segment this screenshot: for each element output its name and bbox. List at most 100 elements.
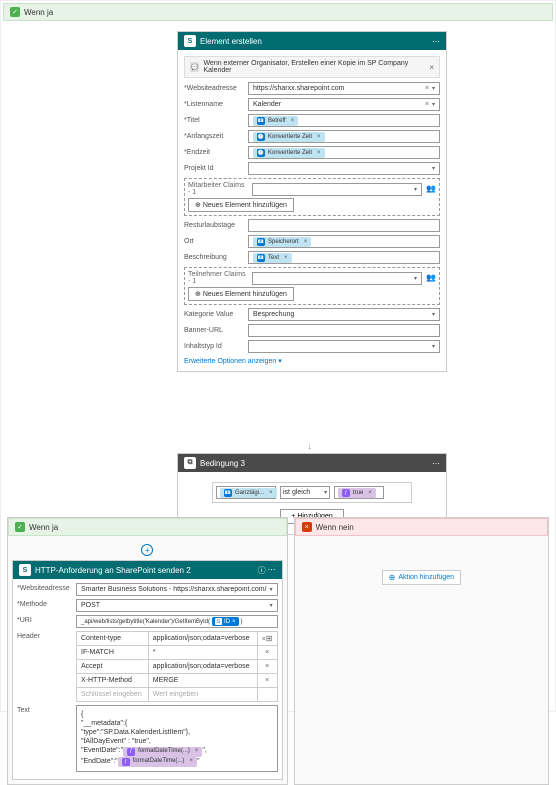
condition-icon: ⧉	[184, 457, 196, 469]
allday-token[interactable]: 📧Ganztägi...×	[220, 488, 277, 498]
add-step-button[interactable]: +	[141, 544, 153, 556]
start-label: *Anfangszeit	[184, 133, 244, 140]
formatdatetime-token[interactable]: ƒformatDateTime(...)×	[118, 757, 197, 767]
location-label: Ort	[184, 238, 244, 245]
add-action-button[interactable]: ⊕ Aktion hinzufügen	[382, 570, 461, 585]
participant-claims-section: Teilnehmer Claims - 1 ▾ 👥 ⊕ Neues Elemen…	[184, 267, 440, 305]
chevron-down-icon[interactable]: ▾	[414, 186, 417, 193]
check-icon: ✓	[10, 7, 20, 17]
list-input[interactable]: Kalender×▾	[248, 98, 440, 111]
yes-branch-bar[interactable]: ✓ Wenn ja	[8, 518, 287, 536]
chevron-down-icon[interactable]: ▾	[414, 275, 417, 282]
desc-input[interactable]: 📧Text×	[248, 251, 440, 264]
add-participant-button[interactable]: ⊕ Neues Element hinzufügen	[188, 287, 294, 301]
condition-row: 📧Ganztägi...× ist gleich▾ ƒtrue×	[212, 482, 412, 503]
condition-header[interactable]: ⧉ Bedingung 3 ⋯	[178, 454, 446, 472]
clear-icon[interactable]: ×	[425, 85, 429, 92]
header-row[interactable]: Content-typeapplication/json;odata=verbo…	[77, 632, 278, 646]
header-row[interactable]: Schlüssel eingebenWert eingeben	[77, 688, 278, 702]
more-icon[interactable]: ⋯	[432, 37, 440, 46]
header-row[interactable]: X-HTTP-MethodMERGE×	[77, 674, 278, 688]
add-action-icon: ⊕	[389, 573, 396, 582]
project-label: Projekt Id	[184, 165, 244, 172]
comment-close-icon[interactable]: ×	[429, 63, 434, 72]
condition-operator-select[interactable]: ist gleich▾	[280, 486, 330, 499]
people-picker-icon[interactable]: 👥	[426, 184, 436, 194]
site-input[interactable]: https://sharxx.sharepoint.com×▾	[248, 82, 440, 95]
condition-left-field[interactable]: 📧Ganztägi...×	[216, 486, 276, 499]
create-item-card: S Element erstellen ⋯ 💬 Wenn externer Or…	[177, 31, 447, 372]
advanced-options-link[interactable]: Erweiterte Optionen anzeigen ▾	[184, 357, 440, 365]
http-card: S HTTP-Anforderung an SharePoint senden …	[12, 560, 283, 780]
condition-right-field[interactable]: ƒtrue×	[334, 486, 384, 499]
banner-input[interactable]	[248, 324, 440, 337]
location-input[interactable]: 📧Speicherort×	[248, 235, 440, 248]
http-site-select[interactable]: Smarter Business Solutions - https://sha…	[76, 583, 278, 596]
subject-token[interactable]: 📧Betreff×	[253, 116, 298, 126]
site-label: *Websiteadresse	[184, 85, 244, 92]
yes-branch-label: Wenn ja	[29, 523, 58, 532]
http-method-select[interactable]: POST▾	[76, 599, 278, 612]
condition-title: Bedingung 3	[200, 459, 245, 468]
outer-wenn-ja-label: Wenn ja	[24, 8, 53, 17]
toggle-icon[interactable]: ⊞	[266, 634, 273, 643]
branches-container: ✓ Wenn ja + S HTTP-Anforderung an ShareP…	[1, 517, 555, 785]
id-token[interactable]: SID ×	[212, 617, 239, 626]
no-branch-bar[interactable]: × Wenn nein	[295, 518, 548, 536]
emp-claims-label: Mitarbeiter Claims - 1	[188, 182, 248, 196]
http-uri-input[interactable]: _api/web/lists/getbytitle('Kalender')/Ge…	[76, 615, 278, 628]
title-input[interactable]: 📧Betreff×	[248, 114, 440, 127]
header-row[interactable]: Acceptapplication/json;odata=verbose×	[77, 660, 278, 674]
add-employee-button[interactable]: ⊕ Neues Element hinzufügen	[188, 198, 294, 212]
delete-icon[interactable]: ×	[265, 677, 269, 684]
title-label: *Titel	[184, 117, 244, 124]
formatdatetime-token[interactable]: ƒformatDateTime(...)×	[123, 747, 202, 757]
more-icon[interactable]: ⋯	[432, 459, 440, 468]
sharepoint-icon: S	[184, 35, 196, 47]
converted-time-token[interactable]: 🕐Konvertierte Zeit×	[253, 132, 325, 142]
http-title: HTTP-Anforderung an SharePoint senden 2	[35, 566, 191, 575]
http-header[interactable]: S HTTP-Anforderung an SharePoint senden …	[13, 561, 282, 579]
end-input[interactable]: 🕐Konvertierte Zeit×	[248, 146, 440, 159]
sharepoint-icon: S	[19, 564, 31, 576]
part-claims-input[interactable]: ▾	[252, 272, 422, 285]
outer-wenn-ja-bar[interactable]: ✓ Wenn ja	[3, 3, 553, 21]
http-body-label: Text	[17, 705, 72, 772]
chevron-down-icon[interactable]: ▾	[432, 101, 435, 108]
converted-time-token[interactable]: 🕐Konvertierte Zeit×	[253, 148, 325, 158]
people-picker-icon[interactable]: 👥	[426, 273, 436, 283]
delete-icon[interactable]: ×	[265, 663, 269, 670]
category-input[interactable]: Besprechung▾	[248, 308, 440, 321]
info-icon[interactable]: ⓘ	[258, 565, 266, 576]
headers-table: Content-typeapplication/json;odata=verbo…	[76, 631, 278, 702]
true-token[interactable]: ƒtrue×	[338, 488, 376, 498]
delete-icon[interactable]: ×	[265, 649, 269, 656]
comment-text: Wenn externer Organisator, Erstellen ein…	[203, 60, 425, 74]
start-input[interactable]: 🕐Konvertierte Zeit×	[248, 130, 440, 143]
list-label: *Listenname	[184, 101, 244, 108]
emp-claims-input[interactable]: ▾	[252, 183, 422, 196]
no-branch-label: Wenn nein	[316, 523, 354, 532]
create-item-header[interactable]: S Element erstellen ⋯	[178, 32, 446, 50]
project-input[interactable]: ▾	[248, 162, 440, 175]
chevron-down-icon[interactable]: ▾	[432, 343, 435, 350]
category-label: Kategorie Value	[184, 311, 244, 318]
chevron-down-icon[interactable]: ▾	[432, 165, 435, 172]
http-site-label: *Websiteadresse	[17, 583, 72, 596]
x-icon: ×	[302, 522, 312, 532]
location-token[interactable]: 📧Speicherort×	[253, 237, 311, 247]
chevron-down-icon[interactable]: ▾	[432, 85, 435, 92]
comment-row: 💬 Wenn externer Organisator, Erstellen e…	[184, 56, 440, 78]
clear-icon[interactable]: ×	[425, 101, 429, 108]
http-headers-label: Header	[17, 631, 72, 702]
http-uri-label: *URI	[17, 615, 72, 628]
chevron-down-icon[interactable]: ▾	[432, 311, 435, 318]
vacation-input[interactable]	[248, 219, 440, 232]
contenttype-input[interactable]: ▾	[248, 340, 440, 353]
header-row[interactable]: IF-MATCH*×	[77, 646, 278, 660]
yes-branch: ✓ Wenn ja + S HTTP-Anforderung an ShareP…	[7, 517, 288, 785]
no-branch: × Wenn nein ⊕ Aktion hinzufügen	[294, 517, 549, 785]
text-token[interactable]: 📧Text×	[253, 253, 292, 263]
http-body-input[interactable]: { "__metadata":{ "type":"SP.Data.Kalende…	[76, 705, 278, 772]
more-icon[interactable]: ⋯	[268, 565, 276, 576]
